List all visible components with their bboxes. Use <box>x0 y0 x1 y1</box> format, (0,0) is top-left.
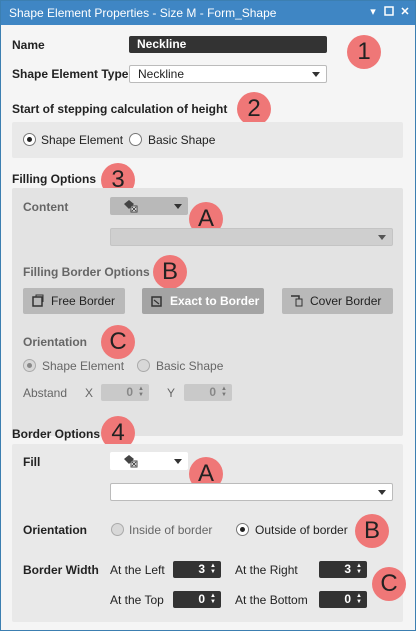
annotation-badge-1: 1 <box>347 35 381 69</box>
stepper-arrows-icon: ▲ ▼ <box>356 593 362 605</box>
stepper-arrows-icon: ▲ ▼ <box>221 386 227 398</box>
filling-orientation-radio-basic-shape[interactable] <box>137 359 150 372</box>
border-orientation-radio-inside[interactable] <box>111 523 124 536</box>
free-border-button[interactable]: Free Border <box>23 288 125 314</box>
border-orientation-option-outside: Outside of border <box>255 523 348 537</box>
border-fill-select[interactable] <box>110 483 393 501</box>
annotation-badge-b-border: B <box>355 514 389 548</box>
filling-orientation-label: Orientation <box>23 335 88 349</box>
chevron-down-icon <box>378 490 386 495</box>
exact-to-border-button[interactable]: Exact to Border <box>142 288 264 314</box>
at-top-label: At the Top <box>110 593 164 607</box>
stepping-option-shape-element: Shape Element <box>41 133 124 147</box>
stepper-arrows-icon: ▲ ▼ <box>210 563 216 575</box>
chevron-down-icon <box>312 72 320 77</box>
name-label: Name <box>12 38 45 52</box>
border-orientation-option-inside: Inside of border <box>129 523 213 537</box>
chevron-down-icon <box>174 459 182 464</box>
free-border-icon <box>32 294 44 307</box>
stepper-arrows-icon: ▲ ▼ <box>210 593 216 605</box>
at-left-stepper[interactable]: 3 ▲ ▼ <box>173 561 221 578</box>
chevron-down-icon <box>174 204 182 209</box>
stepping-radio-shape-element[interactable] <box>23 133 36 146</box>
content-fill-dropdown[interactable] <box>110 197 188 215</box>
annotation-badge-c-border: C <box>372 567 406 601</box>
title-bar: Shape Element Properties - Size M - Form… <box>1 1 415 25</box>
stepping-title: Start of stepping calculation of height <box>12 102 228 116</box>
border-width-label: Border Width <box>23 563 99 577</box>
stepper-arrows-icon: ▲ ▼ <box>138 386 144 398</box>
filling-orientation-option-shape-element: Shape Element <box>42 359 125 373</box>
at-left-label: At the Left <box>110 563 165 577</box>
shape-type-label: Shape Element Type <box>12 67 129 81</box>
properties-window: Shape Element Properties - Size M - Form… <box>0 0 416 631</box>
exact-border-icon <box>151 296 162 307</box>
filling-title: Filling Options <box>12 172 96 186</box>
abstand-x-label: X <box>85 386 94 400</box>
shape-type-value: Neckline <box>138 67 185 81</box>
chevron-down-icon <box>378 235 386 240</box>
at-bottom-stepper[interactable]: 0 ▲ ▼ <box>319 591 367 608</box>
border-orientation-radio-outside[interactable] <box>236 523 249 536</box>
cover-border-button[interactable]: Cover Border <box>282 288 393 314</box>
abstand-y-label: Y <box>167 386 176 400</box>
close-icon[interactable]: ✕ <box>399 6 411 18</box>
properties-content: Name Neckline Shape Element Type Necklin… <box>1 25 415 630</box>
shape-type-select[interactable]: Neckline <box>129 65 327 83</box>
border-options-title: Border Options <box>12 427 101 441</box>
abstand-x-stepper[interactable]: 0 ▲ ▼ <box>101 384 149 401</box>
name-field[interactable]: Neckline <box>129 36 327 53</box>
border-fill-dropdown[interactable] <box>110 452 188 470</box>
at-right-label: At the Right <box>235 563 298 577</box>
at-right-stepper[interactable]: 3 ▲ ▼ <box>319 561 367 578</box>
at-top-stepper[interactable]: 0 ▲ ▼ <box>173 591 221 608</box>
annotation-badge-c-fill: C <box>101 325 135 359</box>
window-title: Shape Element Properties - Size M - Form… <box>9 6 277 20</box>
filling-orientation-radio-shape-element[interactable] <box>23 359 36 372</box>
stepping-option-basic-shape: Basic Shape <box>148 133 216 147</box>
abstand-y-stepper[interactable]: 0 ▲ ▼ <box>184 384 232 401</box>
border-orientation-label: Orientation <box>23 523 88 537</box>
maximize-icon[interactable] <box>383 6 395 18</box>
content-label: Content <box>23 200 69 214</box>
fill-bucket-icon <box>124 455 138 468</box>
annotation-badge-2: 2 <box>237 92 271 126</box>
filling-border-options-title: Filling Border Options <box>23 265 150 279</box>
annotation-badge-b-fill: B <box>153 255 187 289</box>
filling-orientation-option-basic-shape: Basic Shape <box>156 359 224 373</box>
stepping-radio-basic-shape[interactable] <box>129 133 142 146</box>
fill-bucket-icon <box>124 200 138 213</box>
pin-icon[interactable]: ▾ <box>367 6 379 18</box>
abstand-label: Abstand <box>23 386 68 400</box>
content-select[interactable] <box>110 228 393 246</box>
cover-border-icon <box>291 295 303 307</box>
at-bottom-label: At the Bottom <box>235 593 308 607</box>
border-fill-label: Fill <box>23 455 41 469</box>
stepper-arrows-icon: ▲ ▼ <box>356 563 362 575</box>
